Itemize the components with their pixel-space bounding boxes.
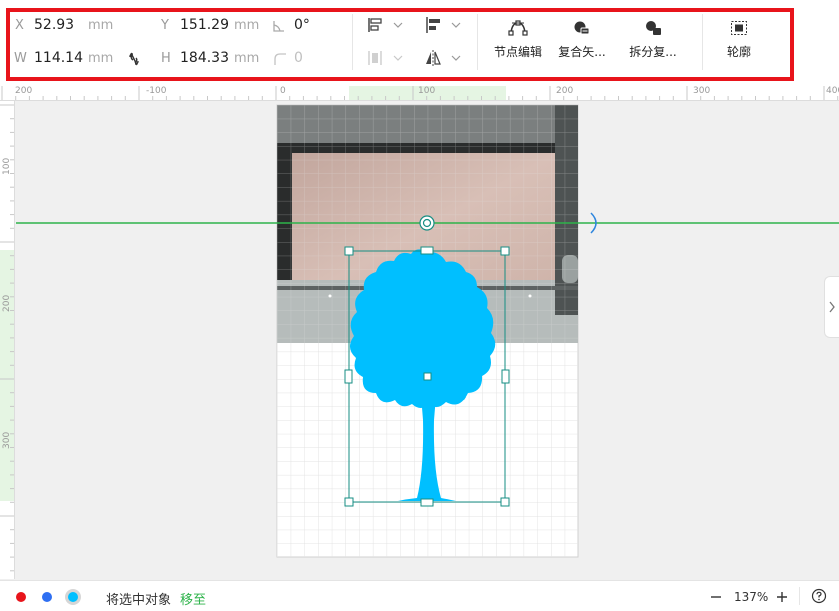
resize-handle[interactable] — [420, 498, 434, 507]
corner-radius-input[interactable]: 0 — [294, 50, 303, 66]
y-input[interactable]: 151.29 — [180, 17, 229, 33]
ruler-label: 200 — [556, 86, 574, 96]
status-bar: 将选中对象 移至 137% — [0, 580, 839, 611]
app-window: X 52.93 mm Y 151.29 mm 0° W 114.14 mm H … — [0, 0, 839, 611]
ruler-label: 200 — [2, 294, 12, 312]
outline-button[interactable]: 轮廓 — [713, 14, 765, 72]
w-unit: mm — [88, 51, 114, 66]
help-icon[interactable] — [811, 588, 827, 608]
ruler-left: 100 200 300 — [0, 101, 15, 579]
side-panel-toggle[interactable] — [824, 276, 839, 338]
rotation-center-icon[interactable] — [419, 215, 435, 231]
h-label: H — [161, 51, 171, 66]
outline-label: 轮廓 — [726, 45, 751, 59]
move-to-text: 将选中对象 — [106, 593, 172, 608]
ruler-top: 200 -100 0 100 200 300 400 — [0, 86, 839, 101]
x-unit: mm — [88, 18, 114, 33]
x-input[interactable]: 52.93 — [34, 17, 74, 33]
design-canvas[interactable] — [16, 102, 839, 579]
resize-handle[interactable] — [501, 369, 510, 384]
h-unit: mm — [234, 51, 260, 66]
ruler-label: 100 — [418, 86, 436, 96]
arrange-dropdown[interactable] — [366, 16, 406, 38]
color-blue-swatch[interactable] — [42, 592, 52, 602]
lock-ratio-icon[interactable] — [128, 51, 140, 70]
separator — [352, 14, 353, 70]
ruler-label: 200 — [15, 86, 33, 96]
y-unit: mm — [234, 18, 260, 33]
flip-dropdown[interactable] — [424, 49, 464, 71]
split-compound-button[interactable]: 拆分复... — [624, 14, 682, 72]
y-label: Y — [161, 18, 169, 33]
zoom-out-button[interactable] — [709, 589, 723, 608]
resize-handle[interactable] — [420, 246, 434, 255]
split-compound-label: 拆分复... — [629, 45, 677, 59]
compound-vector-label: 复合矢... — [558, 45, 606, 59]
angle-input[interactable]: 0° — [294, 17, 310, 33]
resize-handle[interactable] — [500, 497, 510, 507]
resize-handle[interactable] — [344, 497, 354, 507]
ruler-label: 100 — [2, 157, 12, 175]
x-label: X — [15, 18, 24, 33]
move-to-link[interactable]: 移至 — [180, 589, 206, 608]
resize-handle[interactable] — [423, 372, 432, 381]
ruler-label: 400 — [826, 86, 839, 96]
w-input[interactable]: 114.14 — [34, 50, 83, 66]
separator — [477, 14, 478, 70]
color-red-swatch[interactable] — [16, 592, 26, 602]
node-edit-icon — [488, 20, 548, 36]
ruler-label: 0 — [280, 86, 286, 96]
align-dropdown[interactable] — [424, 16, 464, 38]
w-label: W — [14, 51, 27, 66]
resize-handle[interactable] — [344, 369, 353, 384]
ruler-label: 300 — [693, 86, 711, 96]
node-edit-button[interactable]: 节点编辑 — [488, 14, 548, 72]
angle-icon — [272, 18, 286, 37]
zoom-in-button[interactable] — [775, 589, 789, 608]
compound-vector-button[interactable]: 复合矢... — [553, 14, 611, 72]
ruler-label: 300 — [2, 431, 12, 449]
chevron-right-icon — [829, 301, 835, 313]
distribute-dropdown[interactable] — [366, 49, 406, 71]
node-edit-label: 节点编辑 — [493, 45, 542, 59]
separator — [799, 587, 800, 605]
ruler-label: -100 — [146, 86, 167, 96]
resize-handle[interactable] — [500, 246, 510, 256]
corner-radius-icon — [273, 51, 287, 70]
resize-handle[interactable] — [344, 246, 354, 256]
compound-vector-icon — [553, 20, 611, 36]
color-cyan-swatch[interactable] — [68, 592, 78, 602]
separator — [702, 14, 703, 70]
outline-icon — [713, 20, 765, 36]
h-input[interactable]: 184.33 — [180, 50, 229, 66]
property-toolbar: X 52.93 mm Y 151.29 mm 0° W 114.14 mm H … — [0, 0, 839, 86]
split-compound-icon — [624, 20, 682, 36]
zoom-level[interactable]: 137% — [734, 590, 768, 604]
